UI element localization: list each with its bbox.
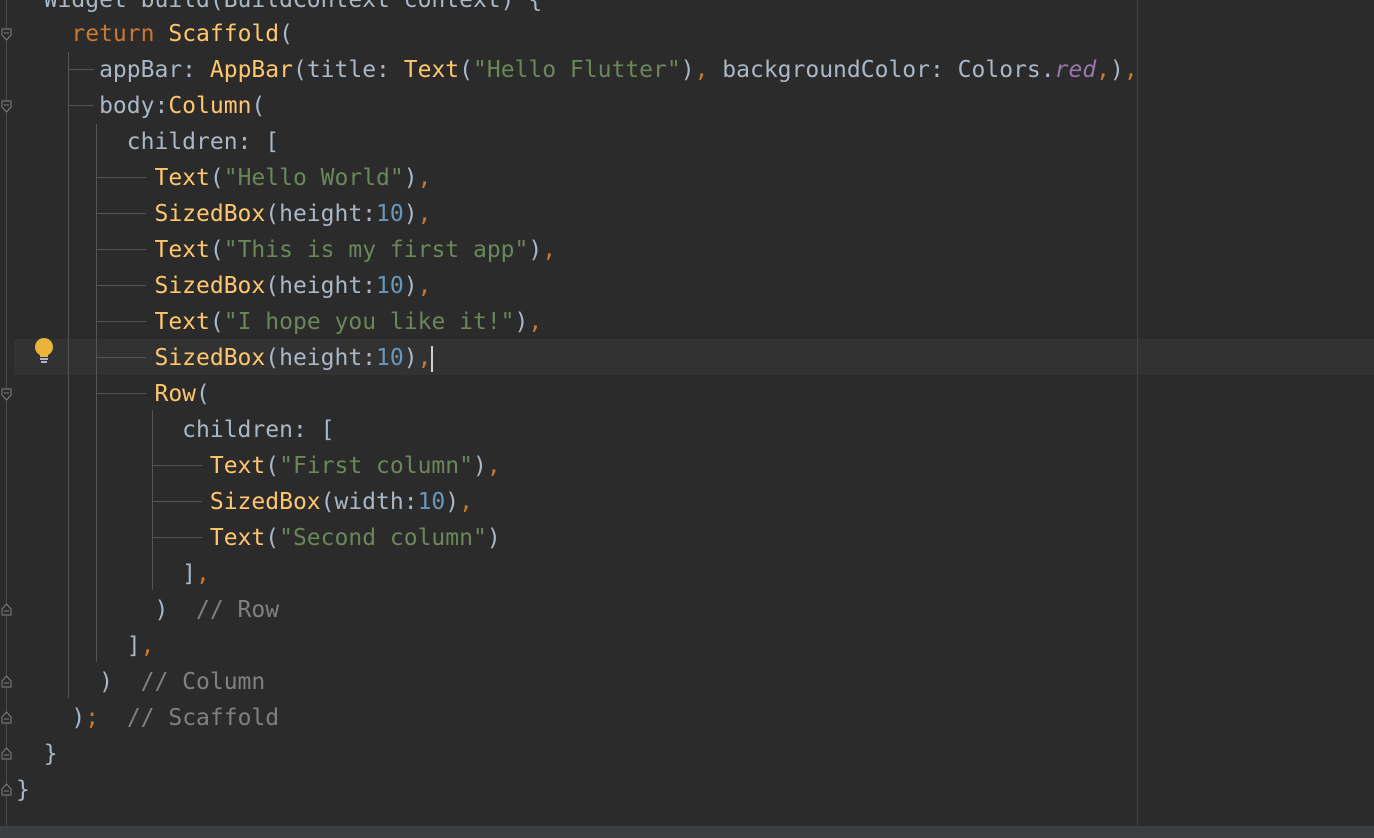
gutter[interactable] (0, 0, 14, 826)
code-line[interactable]: Text("First column"), (16, 448, 501, 484)
comment: // Row (196, 597, 280, 623)
code-line[interactable]: return Scaffold( (16, 16, 293, 52)
code-line[interactable]: ); // Scaffold (16, 700, 279, 736)
code-line[interactable]: Row( (16, 376, 209, 412)
code-line[interactable]: Text("I hope you like it!"), (16, 304, 542, 340)
code-line[interactable]: ], (16, 628, 155, 664)
fold-end-marker-icon[interactable] (1, 675, 12, 688)
fold-end-marker-icon[interactable] (1, 747, 12, 760)
code-line[interactable]: } (16, 736, 58, 772)
code-line[interactable]: Text("This is my first app"), (16, 232, 556, 268)
fold-end-marker-icon[interactable] (1, 603, 12, 616)
fold-marker-icon[interactable] (1, 100, 12, 113)
function-name: Scaffold (168, 21, 280, 47)
horizontal-scrollbar[interactable] (0, 826, 1374, 838)
code-line[interactable]: SizedBox(height:10), (16, 268, 431, 304)
number-literal: 10 (376, 201, 404, 227)
fold-end-marker-icon[interactable] (1, 711, 12, 724)
right-margin-guide (1137, 0, 1138, 826)
code-line[interactable]: ) // Row (16, 592, 279, 628)
code-line[interactable]: body:Column( (16, 88, 265, 124)
code-line[interactable]: ) // Column (16, 664, 265, 700)
code-line[interactable]: Text("Second column") (16, 520, 501, 556)
code-line[interactable]: } (16, 772, 30, 808)
static-field: red (1054, 57, 1097, 83)
code-editor[interactable]: Widget build(BuildContext context) { ret… (0, 0, 1374, 838)
text-cursor (431, 345, 434, 372)
gutter-line (6, 0, 7, 826)
code-line[interactable]: children: [ (16, 412, 334, 448)
code-line-current[interactable]: SizedBox(height:10), (16, 340, 434, 376)
fold-marker-icon[interactable] (1, 28, 12, 41)
code-line[interactable]: SizedBox(width:10), (16, 484, 473, 520)
code-line[interactable]: appBar: AppBar(title: Text("Hello Flutte… (16, 52, 1138, 88)
fold-marker-icon[interactable] (1, 388, 12, 401)
code-line[interactable]: children: [ (16, 124, 279, 160)
code-line[interactable]: Text("Hello World"), (16, 160, 431, 196)
code-line[interactable]: ], (16, 556, 210, 592)
code-line[interactable]: SizedBox(height:10), (16, 196, 431, 232)
keyword: return (16, 21, 155, 47)
string-literal: "Hello Flutter" (473, 57, 681, 83)
fold-end-marker-icon[interactable] (1, 783, 12, 796)
